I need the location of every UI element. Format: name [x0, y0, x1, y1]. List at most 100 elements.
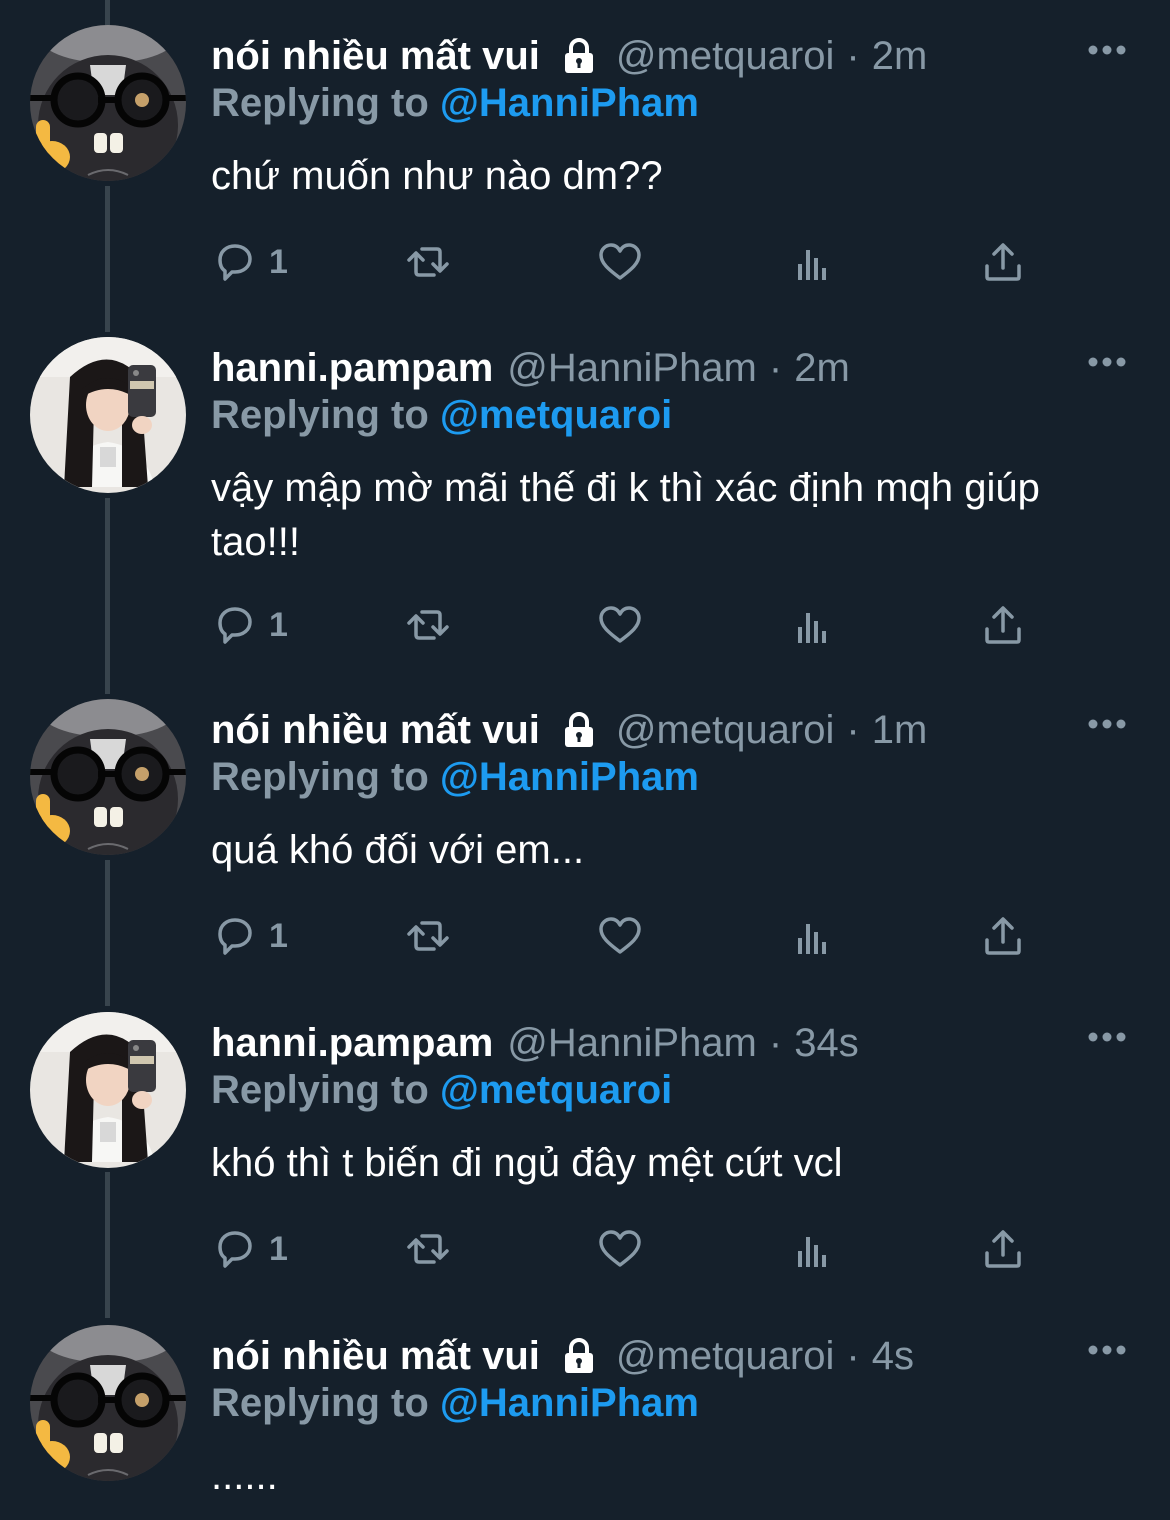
user-handle[interactable]: @HanniPham — [507, 346, 757, 391]
retweet-button[interactable] — [404, 600, 452, 650]
tweet-actions: 1 — [211, 911, 1041, 961]
reply-button[interactable]: 1 — [211, 911, 288, 961]
user-handle[interactable]: @metquaroi — [616, 708, 834, 753]
tweet-header: nói nhiều mất vui @metquaroi · 4s — [211, 1331, 914, 1381]
share-upload-icon — [985, 606, 1021, 644]
views-button[interactable] — [788, 1224, 836, 1274]
bar-chart-icon — [798, 1237, 826, 1267]
replying-prefix: Replying to — [211, 393, 429, 437]
tweet-header: nói nhiều mất vui @metquaroi · 2m — [211, 31, 927, 81]
share-upload-icon — [985, 243, 1021, 281]
tweet-text: ...... — [211, 1454, 278, 1498]
replying-to-handle[interactable]: @HanniPham — [440, 81, 699, 125]
like-button[interactable] — [596, 911, 644, 961]
more-horizontal-icon[interactable] — [1086, 43, 1128, 57]
like-button[interactable] — [596, 1224, 644, 1274]
heart-icon — [599, 1230, 641, 1267]
separator-dot: · — [846, 707, 860, 752]
reply-count: 1 — [269, 605, 288, 644]
replying-prefix: Replying to — [211, 81, 429, 125]
heart-icon — [599, 917, 641, 954]
separator-dot: · — [846, 1333, 860, 1378]
reply-count: 1 — [269, 916, 288, 955]
reply-bubble-icon — [218, 244, 252, 281]
more-horizontal-icon[interactable] — [1086, 1030, 1128, 1044]
replying-to: Replying to @HanniPham — [211, 81, 699, 126]
reply-bubble-icon — [218, 918, 252, 955]
user-handle[interactable]: @metquaroi — [616, 1334, 834, 1379]
timestamp[interactable]: 2m — [794, 346, 850, 391]
reply-button[interactable]: 1 — [211, 1224, 288, 1274]
heart-icon — [599, 243, 641, 280]
display-name[interactable]: nói nhiều mất vui — [211, 1334, 540, 1379]
replying-to: Replying to @metquaroi — [211, 393, 672, 438]
tweet-text: chứ muốn như nào dm?? — [211, 154, 663, 198]
display-name[interactable]: nói nhiều mất vui — [211, 708, 540, 753]
tweet[interactable]: nói nhiều mất vui @metquaroi · 4s Replyi… — [0, 1325, 1170, 1520]
replying-to: Replying to @HanniPham — [211, 755, 699, 800]
display-name[interactable]: hanni.pampam — [211, 1021, 493, 1066]
tweet[interactable]: nói nhiều mất vui @metquaroi · 1m Replyi… — [0, 699, 1170, 999]
retweet-button[interactable] — [404, 911, 452, 961]
tweet-text: quá khó đối với em... — [211, 828, 585, 872]
more-horizontal-icon[interactable] — [1086, 717, 1128, 731]
avatar[interactable] — [30, 1012, 186, 1168]
tweet[interactable]: nói nhiều mất vui @metquaroi · 2m Replyi… — [0, 25, 1170, 325]
display-name[interactable]: hanni.pampam — [211, 346, 493, 391]
share-button[interactable] — [979, 1224, 1027, 1274]
tweet[interactable]: hanni.pampam @HanniPham · 2m Replying to… — [0, 337, 1170, 687]
replying-to-handle[interactable]: @HanniPham — [440, 755, 699, 799]
views-button[interactable] — [788, 600, 836, 650]
lock-icon — [562, 712, 595, 749]
separator-dot: · — [846, 33, 860, 78]
retweet-icon — [407, 1234, 449, 1264]
reply-count: 1 — [269, 242, 288, 281]
lock-icon — [562, 38, 595, 75]
reply-count: 1 — [269, 1229, 288, 1268]
separator-dot: · — [768, 1020, 783, 1065]
replying-to-handle[interactable]: @metquaroi — [440, 393, 672, 437]
display-name[interactable]: nói nhiều mất vui — [211, 34, 540, 79]
retweet-icon — [407, 610, 449, 640]
avatar[interactable] — [30, 1325, 186, 1481]
tweet-header: hanni.pampam @HanniPham · 2m — [211, 343, 850, 393]
retweet-icon — [407, 247, 449, 277]
like-button[interactable] — [596, 600, 644, 650]
replying-to-handle[interactable]: @metquaroi — [440, 1068, 672, 1112]
tweet[interactable]: hanni.pampam @HanniPham · 34s Replying t… — [0, 1012, 1170, 1312]
reply-bubble-icon — [218, 1231, 252, 1268]
avatar[interactable] — [30, 699, 186, 855]
tweet-actions: 1 — [211, 1224, 1041, 1274]
timestamp[interactable]: 2m — [872, 34, 928, 79]
share-upload-icon — [985, 1230, 1021, 1268]
more-horizontal-icon[interactable] — [1086, 355, 1128, 369]
retweet-button[interactable] — [404, 237, 452, 287]
replying-to: Replying to @metquaroi — [211, 1068, 672, 1113]
heart-icon — [599, 606, 641, 643]
timestamp[interactable]: 34s — [794, 1021, 859, 1066]
avatar[interactable] — [30, 337, 186, 493]
more-horizontal-icon[interactable] — [1086, 1343, 1128, 1357]
reply-button[interactable]: 1 — [211, 237, 288, 287]
retweet-button[interactable] — [404, 1224, 452, 1274]
tweet-actions: 1 — [211, 600, 1041, 650]
bar-chart-icon — [798, 924, 826, 954]
reply-button[interactable]: 1 — [211, 600, 288, 650]
user-handle[interactable]: @metquaroi — [616, 34, 834, 79]
replying-to-handle[interactable]: @HanniPham — [440, 1381, 699, 1425]
user-handle[interactable]: @HanniPham — [507, 1021, 757, 1066]
share-button[interactable] — [979, 237, 1027, 287]
share-button[interactable] — [979, 600, 1027, 650]
timestamp[interactable]: 1m — [872, 708, 928, 753]
thread-timeline: nói nhiều mất vui @metquaroi · 2m Replyi… — [0, 0, 1170, 1520]
retweet-icon — [407, 921, 449, 951]
avatar[interactable] — [30, 25, 186, 181]
bar-chart-icon — [798, 613, 826, 643]
timestamp[interactable]: 4s — [872, 1334, 914, 1379]
views-button[interactable] — [788, 237, 836, 287]
replying-prefix: Replying to — [211, 1068, 429, 1112]
like-button[interactable] — [596, 237, 644, 287]
share-button[interactable] — [979, 911, 1027, 961]
views-button[interactable] — [788, 911, 836, 961]
replying-to: Replying to @HanniPham — [211, 1381, 699, 1426]
